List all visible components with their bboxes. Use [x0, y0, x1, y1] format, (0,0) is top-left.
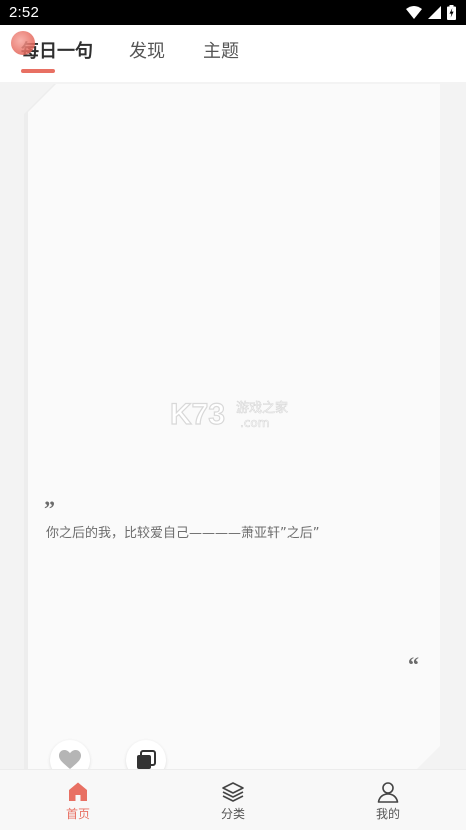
- battery-charging-icon: [447, 5, 456, 20]
- home-icon: [69, 782, 87, 801]
- nav-profile-label: 我的: [375, 807, 400, 821]
- status-bar: 2:52: [0, 0, 466, 25]
- quote-text: 你之后的我，比较爱自己————萧亚轩”之后”: [46, 526, 320, 541]
- status-icons: [406, 4, 456, 21]
- heart-icon: [59, 750, 81, 769]
- nav-home-label: 首页: [65, 807, 90, 821]
- user-icon: [377, 782, 399, 803]
- floating-dot: [11, 31, 35, 55]
- active-tab-indicator: [21, 69, 55, 73]
- watermark-tagline: 游戏之家: [236, 400, 288, 416]
- closing-quote-mark: “: [408, 652, 419, 677]
- wifi-icon: [406, 6, 422, 19]
- layers-icon: [222, 782, 244, 802]
- watermark-brand: K73: [170, 398, 225, 431]
- copy-icon: [137, 750, 156, 769]
- watermark-domain: .com: [240, 416, 269, 430]
- status-time: 2:52: [9, 4, 39, 21]
- watermark-logo: K73 游戏之家 .com: [170, 397, 288, 431]
- signal-icon: [428, 6, 441, 19]
- tab-themes[interactable]: 主题: [203, 37, 239, 63]
- nav-categories-label: 分类: [220, 807, 245, 821]
- opening-quote-mark: ”: [44, 496, 55, 521]
- bottom-nav: 首页 分类 我的: [0, 769, 466, 830]
- tab-discover[interactable]: 发现: [129, 37, 165, 63]
- nav-home[interactable]: 首页: [38, 770, 118, 830]
- nav-profile[interactable]: 我的: [348, 770, 428, 830]
- top-tab-bar: 每日一句 发现 主题: [0, 25, 466, 82]
- nav-categories[interactable]: 分类: [193, 770, 273, 830]
